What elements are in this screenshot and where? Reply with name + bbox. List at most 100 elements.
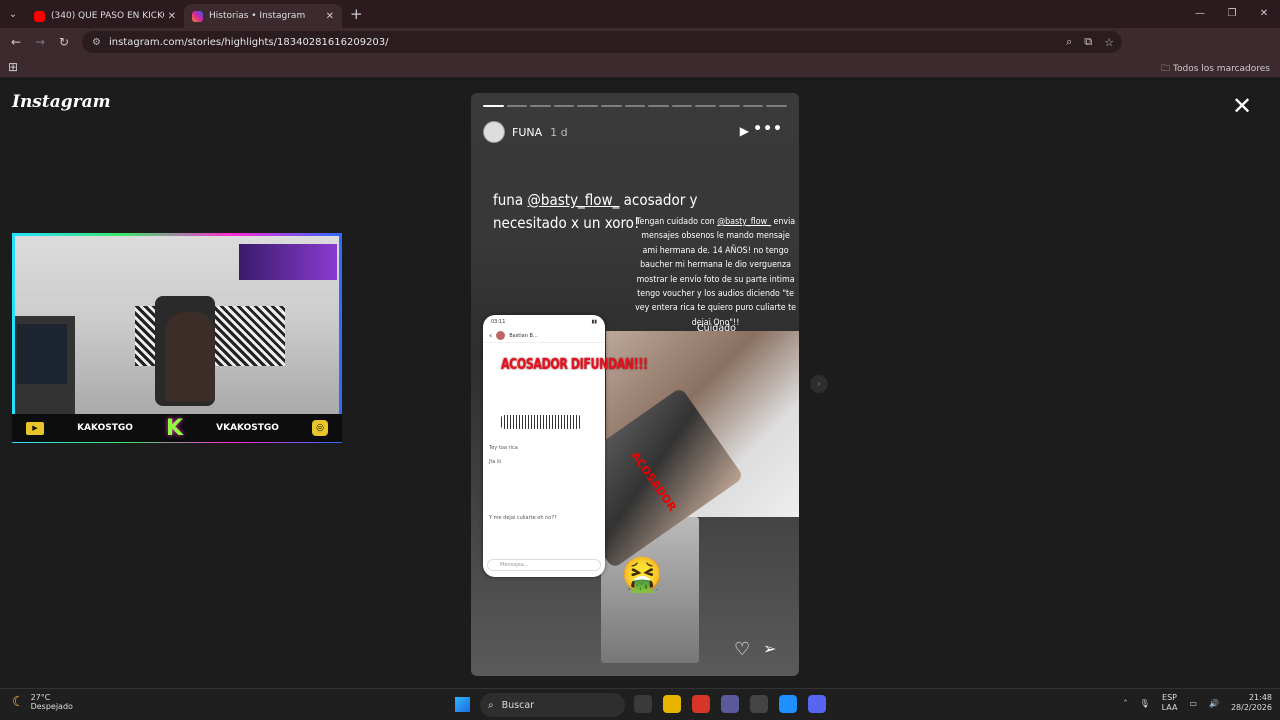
- microphone-icon[interactable]: 🎙: [1139, 699, 1149, 708]
- search-icon: ⌕: [488, 699, 494, 711]
- streamer-logo: K: [165, 415, 184, 441]
- taskbar-search[interactable]: ⌕ Buscar: [480, 693, 625, 717]
- progress-segment: [506, 105, 528, 107]
- forward-arrow-icon[interactable]: →: [28, 35, 52, 49]
- story-header: FUNA 1 d ▶ •••: [483, 119, 787, 145]
- progress-segment: [671, 105, 693, 107]
- taskbar-apps: [634, 695, 826, 713]
- omnibox-actions: ⌕ ⧉ ☆: [1066, 31, 1114, 53]
- left-channel-name: KAKOSTGO: [77, 423, 133, 433]
- youtube-favicon-icon: [34, 10, 45, 22]
- close-story-icon[interactable]: ✕: [1232, 94, 1252, 118]
- tab-youtube[interactable]: (340) QUÉ PASÓ EN KICKCHILE ✕: [26, 4, 184, 28]
- tab-instagram[interactable]: Historias • Instagram ✕: [184, 4, 342, 28]
- chat-message: Y me dejai culiarte oh no??: [489, 515, 557, 521]
- headline-mention[interactable]: @basty_flow_: [527, 191, 619, 209]
- minimize-button[interactable]: —: [1184, 0, 1216, 28]
- cuidado-label: Cuidado: [697, 323, 736, 334]
- all-bookmarks-label: Todos los marcadores: [1173, 64, 1270, 74]
- progress-segment: [577, 105, 599, 107]
- windows-start-icon[interactable]: [455, 697, 470, 712]
- instagram-favicon-icon: [192, 10, 203, 22]
- progress-segment: [742, 105, 764, 107]
- apps-grid-icon[interactable]: ⊞: [8, 60, 18, 74]
- progress-segment: [530, 105, 551, 107]
- input-language[interactable]: ESP LAA: [1162, 693, 1178, 713]
- progress-segment: [648, 105, 669, 107]
- chat-message: Jta ki: [489, 459, 502, 465]
- taskbar-app-icon[interactable]: [721, 695, 739, 713]
- bookmark-star-icon[interactable]: ☆: [1104, 36, 1114, 49]
- progress-segment: [695, 105, 717, 107]
- clock-date: 28/2/2026: [1230, 703, 1272, 712]
- streamer: [165, 312, 215, 402]
- new-tab-button[interactable]: +: [350, 5, 363, 23]
- story-red-sticker: ACOSADOR DIFUNDAN!!!: [501, 355, 648, 373]
- warn-prefix: Tengan cuidado con: [635, 216, 718, 227]
- tab-search-chevron-icon[interactable]: ⌄: [0, 0, 26, 28]
- taskbar-app-icon[interactable]: [808, 695, 826, 713]
- story-avatar[interactable]: [483, 121, 505, 143]
- monitor: [17, 324, 67, 384]
- lang-top: ESP: [1162, 693, 1178, 702]
- taskbar-app-icon[interactable]: [750, 695, 768, 713]
- more-options-icon[interactable]: •••: [753, 121, 783, 137]
- taskbar-app-icon[interactable]: [779, 695, 797, 713]
- back-arrow-icon[interactable]: ←: [4, 35, 28, 49]
- moon-icon: ☾: [12, 694, 25, 710]
- like-heart-icon[interactable]: ♡: [734, 639, 750, 660]
- right-channel-name: VKAKOSTGO: [216, 423, 279, 433]
- warn-mention[interactable]: @basty_flow_: [717, 216, 771, 227]
- play-icon[interactable]: ▶: [740, 124, 749, 138]
- tab-close-icon[interactable]: ✕: [326, 11, 334, 22]
- restore-button[interactable]: ❐: [1216, 0, 1248, 28]
- progress-segment: [553, 105, 575, 107]
- chat-contact-avatar: [496, 331, 506, 340]
- tv-screen: [239, 244, 337, 280]
- story-progress-bar: [483, 105, 787, 107]
- progress-segment: [624, 105, 646, 107]
- next-story-arrow-icon[interactable]: ›: [810, 375, 828, 393]
- taskbar-app-icon[interactable]: [663, 695, 681, 713]
- windows-taskbar: ☾ 27°C Despejado ⌕ Buscar ˄ 🎙 ESP LAA ▭ …: [0, 688, 1280, 720]
- tab-title: (340) QUÉ PASÓ EN KICKCHILE: [51, 11, 164, 21]
- close-window-button[interactable]: ✕: [1248, 0, 1280, 28]
- url-text: instagram.com/stories/highlights/1834028…: [108, 36, 389, 48]
- progress-segment: [766, 105, 787, 107]
- progress-segment: [719, 105, 740, 107]
- send-share-icon[interactable]: ➢: [763, 639, 776, 658]
- signal-icon: ▮▮: [591, 319, 597, 325]
- window-controls: — ❐ ✕: [1184, 0, 1280, 28]
- story-time: 1 d: [550, 125, 568, 139]
- browser-tab-bar: ⌄ (340) QUÉ PASÓ EN KICKCHILE ✕ Historia…: [0, 0, 1280, 28]
- weather-widget[interactable]: ☾ 27°C Despejado: [12, 693, 73, 711]
- chat-time: 03:11: [491, 319, 506, 325]
- address-bar[interactable]: ⚙ instagram.com/stories/highlights/18340…: [82, 31, 1122, 53]
- search-label: Buscar: [501, 699, 535, 711]
- reload-icon[interactable]: ↻: [52, 35, 76, 49]
- instagram-logo[interactable]: Instagram: [12, 92, 111, 112]
- site-info-icon[interactable]: ⚙: [92, 37, 101, 48]
- chat-status-bar: 03:11 ▮▮: [483, 315, 605, 329]
- tab-close-icon[interactable]: ✕: [168, 11, 176, 22]
- zoom-icon[interactable]: ⌕: [1066, 35, 1072, 49]
- webcam-overlay: [12, 233, 342, 443]
- warn-body: envia mensajes obsenos le mando mensaje …: [635, 216, 797, 328]
- chat-header: ‹ Bastian B...: [483, 329, 605, 343]
- chat-contact-name: Bastian B...: [509, 332, 538, 339]
- network-icon[interactable]: ▭: [1189, 699, 1197, 708]
- all-bookmarks-button[interactable]: 🗀 Todos los marcadores: [1161, 61, 1270, 77]
- clock-time: 21:48: [1248, 693, 1272, 702]
- lang-bottom: LAA: [1161, 703, 1178, 712]
- browser-toolbar: ← → ↻ ⚙ instagram.com/stories/highlights…: [0, 28, 1280, 77]
- instagram-story-viewer: Instagram ✕ ▶ KAKOSTGO K VKAKOSTGO ◎ FUN…: [0, 80, 1280, 688]
- story-card[interactable]: FUNA 1 d ▶ ••• funa @basty_flow_ acosado…: [471, 93, 799, 676]
- taskbar-app-icon[interactable]: [634, 695, 652, 713]
- headline-prefix: funa: [493, 191, 528, 209]
- volume-icon[interactable]: 🔊: [1209, 699, 1219, 708]
- story-username[interactable]: FUNA: [512, 126, 542, 139]
- taskbar-app-icon[interactable]: [692, 695, 710, 713]
- install-app-icon[interactable]: ⧉: [1084, 35, 1092, 49]
- tray-chevron-icon[interactable]: ˄: [1123, 699, 1127, 708]
- clock[interactable]: 21:48 28/2/2026: [1231, 693, 1272, 713]
